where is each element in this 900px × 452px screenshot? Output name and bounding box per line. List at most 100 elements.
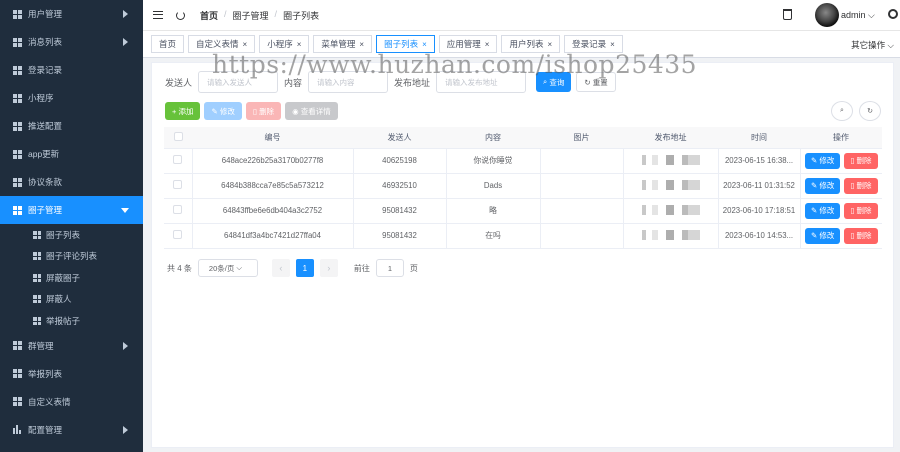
sidebar-item-app-update[interactable]: app更新 bbox=[0, 140, 143, 168]
goto-page-input[interactable]: 1 bbox=[375, 259, 404, 277]
sidebar-item-circle-management[interactable]: 圈子管理 bbox=[0, 196, 143, 224]
row-edit-label: 修改 bbox=[819, 156, 835, 165]
sidebar-item-user-management[interactable]: 用户管理 bbox=[0, 0, 143, 28]
prev-page-button[interactable]: ‹ bbox=[271, 259, 290, 277]
close-icon[interactable]: × bbox=[485, 40, 490, 49]
redacted-address bbox=[641, 204, 700, 215]
search-button[interactable]: ⌕ 查询 bbox=[536, 72, 572, 92]
chevron-right-icon bbox=[123, 38, 128, 46]
row-checkbox[interactable] bbox=[173, 230, 183, 239]
sidebar-item-messages[interactable]: 消息列表 bbox=[0, 28, 143, 56]
sidebar-item-label: 自定义表情 bbox=[28, 396, 71, 407]
time-cell: 2023-06-15 16:38... bbox=[718, 148, 801, 174]
row-edit-button[interactable]: ✎ 修改 bbox=[804, 202, 841, 219]
tag-home[interactable]: 首页 bbox=[151, 35, 185, 53]
sidebar-item-login-records[interactable]: 登录记录 bbox=[0, 56, 143, 84]
sidebar-item-label: 群管理 bbox=[28, 340, 54, 351]
tag-menu-management[interactable]: 菜单管理 × bbox=[313, 35, 373, 53]
user-menu[interactable]: admin ⌵ bbox=[841, 10, 875, 21]
other-operations-dropdown[interactable]: 其它操作 ⌵ bbox=[851, 39, 894, 51]
row-edit-button[interactable]: ✎ 修改 bbox=[804, 177, 841, 194]
close-icon[interactable]: × bbox=[422, 40, 427, 49]
content-cell: 在吗 bbox=[446, 223, 541, 249]
edit-icon: ✎ bbox=[810, 156, 820, 165]
sidebar-item-config-management[interactable]: 配置管理 bbox=[0, 416, 143, 444]
redacted-address bbox=[641, 229, 700, 240]
select-all-checkbox[interactable] bbox=[173, 131, 183, 141]
tag-mini-program[interactable]: 小程序 × bbox=[259, 35, 310, 53]
row-checkbox[interactable] bbox=[173, 205, 183, 214]
sidebar-item-mini-program[interactable]: 小程序 bbox=[0, 84, 143, 112]
top-navbar: 首页 / 圈子管理 / 圈子列表 admin ⌵ bbox=[143, 0, 900, 30]
edit-button[interactable]: ✎ 修改 bbox=[204, 102, 242, 120]
operations-cell: ✎ 修改 ▯ 删除 bbox=[800, 148, 882, 174]
page-size-select[interactable]: 20条/页 ⌵ bbox=[197, 259, 258, 277]
row-delete-button[interactable]: ▯ 删除 bbox=[844, 152, 878, 169]
toggle-search-button[interactable]: ⌕ bbox=[831, 101, 853, 121]
operations-cell: ✎ 修改 ▯ 删除 bbox=[800, 198, 882, 224]
sidebar-item-label: 举报列表 bbox=[28, 368, 63, 379]
close-icon[interactable]: × bbox=[610, 40, 615, 49]
sender-cell: 46932510 bbox=[353, 173, 447, 199]
address-cell bbox=[623, 148, 719, 174]
refresh-table-button[interactable]: ↻ bbox=[859, 101, 881, 121]
close-icon[interactable]: × bbox=[359, 40, 364, 49]
content-input[interactable]: 请输入内容 bbox=[308, 71, 389, 93]
breadcrumb-item[interactable]: 首页 bbox=[200, 9, 218, 22]
view-details-button[interactable]: ◉ 查看详情 bbox=[285, 102, 338, 120]
tag-app-management[interactable]: 应用管理 × bbox=[438, 35, 498, 53]
close-icon[interactable]: × bbox=[243, 40, 248, 49]
row-delete-button[interactable]: ▯ 删除 bbox=[844, 177, 878, 194]
sidebar-subitem-reported-posts[interactable]: 举报帖子 bbox=[0, 310, 143, 332]
grid-icon bbox=[13, 205, 22, 215]
sidebar-item-report-list[interactable]: 举报列表 bbox=[0, 360, 143, 388]
sidebar-subitem-circle-comments[interactable]: 圈子评论列表 bbox=[0, 245, 143, 267]
gear-icon[interactable] bbox=[888, 9, 898, 19]
redacted-address bbox=[641, 179, 700, 190]
tag-login-records[interactable]: 登录记录 × bbox=[564, 35, 623, 53]
time-cell: 2023-06-11 01:31:52 bbox=[718, 173, 801, 199]
page-number-button[interactable]: 1 bbox=[295, 259, 314, 277]
row-checkbox[interactable] bbox=[173, 155, 183, 164]
content-cell: 你说你睡觉 bbox=[446, 148, 541, 174]
delete-button[interactable]: ▯ 删除 bbox=[245, 102, 282, 120]
menu-toggle-icon[interactable] bbox=[153, 11, 163, 19]
reset-button[interactable]: ↻ 重置 bbox=[576, 72, 616, 92]
sidebar-subitem-blocked-users[interactable]: 屏蔽人 bbox=[0, 288, 143, 310]
sidebar-subitem-blocked-circles[interactable]: 屏蔽圈子 bbox=[0, 267, 143, 289]
add-button[interactable]: + 添加 bbox=[165, 102, 201, 120]
id-cell: 648ace226b25a3170b0277f8 bbox=[192, 148, 354, 174]
sidebar-subitem-label: 屏蔽人 bbox=[46, 294, 72, 305]
sidebar-subitem-circle-list[interactable]: 圈子列表 bbox=[0, 224, 143, 246]
close-icon[interactable]: × bbox=[297, 40, 302, 49]
column-header: 发送人 bbox=[353, 127, 446, 149]
tag-label: 首页 bbox=[159, 39, 177, 49]
grid-icon bbox=[13, 9, 22, 19]
tag-user-list[interactable]: 用户列表 × bbox=[501, 35, 561, 53]
sender-label: 发送人 bbox=[165, 77, 193, 88]
tag-custom-emoji[interactable]: 自定义表情 × bbox=[188, 35, 256, 53]
sidebar-subitem-label: 举报帖子 bbox=[46, 315, 81, 326]
address-label: 发布地址 bbox=[394, 77, 431, 88]
grid-icon bbox=[13, 65, 22, 75]
sidebar-item-terms[interactable]: 协议条款 bbox=[0, 168, 143, 196]
sidebar-item-push-config[interactable]: 推送配置 bbox=[0, 112, 143, 140]
sender-input[interactable]: 请输入发送人 bbox=[198, 71, 279, 93]
row-delete-button[interactable]: ▯ 删除 bbox=[844, 202, 878, 219]
avatar[interactable] bbox=[815, 3, 839, 27]
sidebar-item-custom-emoji[interactable]: 自定义表情 bbox=[0, 388, 143, 416]
trash-icon[interactable] bbox=[783, 9, 792, 20]
sidebar-item-label: 消息列表 bbox=[28, 37, 63, 47]
address-input[interactable]: 请输入发布地址 bbox=[436, 71, 527, 93]
row-checkbox[interactable] bbox=[173, 180, 183, 189]
next-page-button[interactable]: › bbox=[319, 259, 338, 277]
refresh-icon[interactable] bbox=[176, 10, 185, 20]
goto-label: 前往 bbox=[353, 263, 370, 273]
tag-circle-list[interactable]: 圈子列表 × bbox=[376, 35, 435, 53]
row-edit-button[interactable]: ✎ 修改 bbox=[804, 152, 841, 169]
close-icon[interactable]: × bbox=[547, 40, 552, 49]
column-header: 图片 bbox=[540, 127, 623, 149]
row-edit-button[interactable]: ✎ 修改 bbox=[804, 227, 841, 244]
row-delete-button[interactable]: ▯ 删除 bbox=[844, 227, 878, 244]
sidebar-item-group-management[interactable]: 群管理 bbox=[0, 332, 143, 360]
